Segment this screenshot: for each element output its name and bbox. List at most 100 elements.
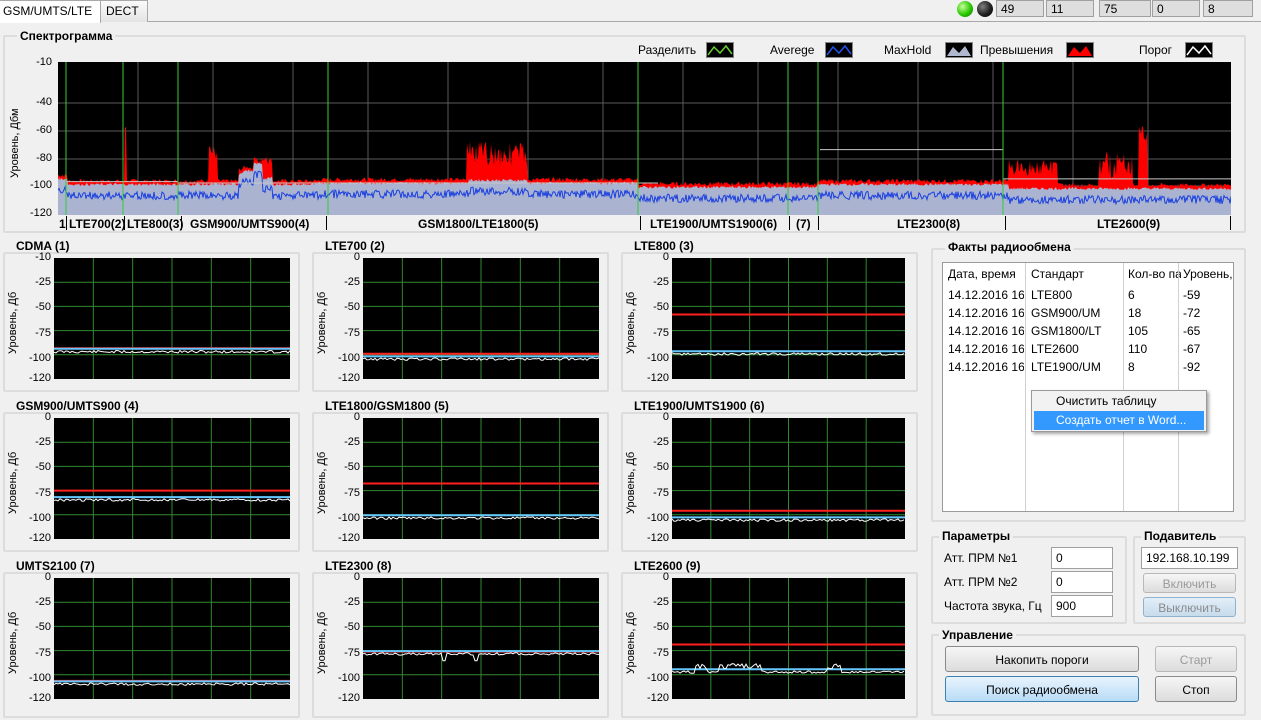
- mini-chart-plot: [363, 258, 599, 379]
- mini-chart-plot: [54, 578, 290, 699]
- legend-swatch-3[interactable]: [1066, 42, 1094, 58]
- mini-chart-ytick: -120: [646, 372, 669, 384]
- legend-label-3: Превышения: [980, 43, 1054, 57]
- facts-table[interactable]: Дата, время Стандарт Кол-во пакетов Уров…: [942, 262, 1234, 512]
- table-cell: 14.12.2016 16:2: [948, 342, 1024, 356]
- table-cell: 14.12.2016 16:2: [948, 324, 1024, 338]
- accumulate-thresholds-button[interactable]: Накопить пороги: [945, 646, 1139, 672]
- status-value-5: 8: [1203, 0, 1253, 17]
- search-radio-exchange-button[interactable]: Поиск радиообмена: [945, 676, 1139, 702]
- table-cell: -65: [1183, 324, 1201, 338]
- table-cell: 14.12.2016 16:2: [948, 360, 1024, 374]
- mini-chart-ytick: -75: [35, 326, 51, 339]
- spectrogram-plot: [58, 62, 1231, 215]
- band-label: LTE1900/UMTS1900(6): [650, 217, 778, 231]
- table-cell: 8: [1128, 360, 1135, 374]
- mini-chart-ytick: -25: [653, 596, 669, 609]
- table-cell: 18: [1128, 306, 1142, 320]
- sound-freq-input[interactable]: 900: [1051, 595, 1113, 617]
- spectrogram-ytick: -40: [36, 96, 52, 108]
- legend-label-0: Разделить: [638, 43, 697, 57]
- band-label: LTE2600(9): [1097, 217, 1161, 231]
- mini-chart-ylabel: Уровень, Дб: [7, 451, 19, 514]
- spectrogram-ytick: -100: [29, 179, 52, 191]
- suppressor-on-button[interactable]: Включить: [1143, 573, 1236, 593]
- mini-chart-ytick: -50: [653, 301, 669, 314]
- band-label: LTE700(2): [69, 217, 126, 231]
- mini-chart-ytick: -100: [28, 511, 51, 524]
- start-button[interactable]: Старт: [1155, 646, 1237, 672]
- table-row[interactable]: 14.12.2016 16:2 GSM900/UM 18 -72: [943, 305, 1233, 323]
- mini-chart-ytick: -100: [337, 671, 360, 684]
- att1-input[interactable]: 0: [1051, 547, 1113, 569]
- mini-chart-ylabel: Уровень, Дб: [7, 291, 19, 354]
- mini-chart-ytick: 0: [44, 571, 51, 583]
- table-row[interactable]: 14.12.2016 16:2 LTE800 6 -59: [943, 287, 1233, 305]
- mini-chart-ytick: -75: [653, 486, 669, 499]
- tab-gsm-umts-lte[interactable]: GSM/UMTS/LTE: [0, 0, 102, 23]
- mini-chart-plot: [363, 578, 599, 699]
- legend-swatch-4[interactable]: [1185, 42, 1213, 58]
- mini-chart-ytick: -50: [35, 461, 51, 474]
- tab-strip-line: [0, 21, 1261, 22]
- context-menu: Очистить таблицу Создать отчет в Word...: [1031, 390, 1207, 432]
- mini-chart-ytick: -50: [344, 301, 360, 314]
- legend-swatch-2[interactable]: [945, 42, 973, 58]
- mini-chart-ytick: -120: [28, 532, 51, 544]
- band-label: GSM1800/LTE1800(5): [418, 217, 539, 231]
- suppressor-off-button[interactable]: Выключить: [1143, 597, 1236, 617]
- mini-chart-ytick: -25: [344, 436, 360, 449]
- mini-chart-ytick: 0: [353, 571, 360, 583]
- mini-chart-plot: [672, 418, 905, 539]
- col-header-packets[interactable]: Кол-во пакетов: [1128, 267, 1181, 281]
- suppressor-ip-input[interactable]: 192.168.10.199: [1141, 547, 1238, 569]
- mini-chart-ytick: -50: [344, 621, 360, 634]
- mini-chart-ytick: -25: [653, 436, 669, 449]
- menu-create-word-report[interactable]: Создать отчет в Word...: [1034, 411, 1204, 430]
- table-row[interactable]: 14.12.2016 16:2 LTE1900/UM 8 -92: [943, 359, 1233, 377]
- col-header-level[interactable]: Уровень,: [1183, 267, 1233, 281]
- mini-chart-ytick: -120: [337, 532, 360, 544]
- mini-chart-ytick: -75: [344, 486, 360, 499]
- table-row[interactable]: 14.12.2016 16:2 LTE2600 110 -67: [943, 341, 1233, 359]
- legend-swatch-1[interactable]: [825, 42, 853, 58]
- band-separator: [1230, 216, 1231, 230]
- menu-clear-table[interactable]: Очистить таблицу: [1034, 392, 1204, 411]
- mini-chart-ytick: -120: [646, 532, 669, 544]
- table-cell: 105: [1128, 324, 1149, 338]
- params-title: Параметры: [939, 529, 1014, 543]
- mini-chart-ytick: -100: [337, 511, 360, 524]
- col-header-standard[interactable]: Стандарт: [1031, 267, 1084, 281]
- status-value-2: 11: [1046, 0, 1094, 17]
- mini-chart-ytick: -120: [646, 692, 669, 704]
- spectrogram-ytick: -10: [36, 56, 52, 68]
- mini-chart-ytick: -50: [653, 461, 669, 474]
- mini-chart-plot: [363, 418, 599, 539]
- spectrogram-ytick: -60: [36, 124, 52, 136]
- mini-chart-ytick: -100: [337, 351, 360, 364]
- mini-chart-ytick: -100: [646, 351, 669, 364]
- spectrogram-title: Спектрограмма: [17, 29, 116, 43]
- mini-chart-ytick: -100: [646, 511, 669, 524]
- att1-label: Атт. ПРМ №1: [944, 551, 1018, 565]
- mini-chart-plot: [672, 258, 905, 379]
- legend-label-1: Averege: [770, 43, 815, 57]
- col-header-datetime[interactable]: Дата, время: [948, 267, 1016, 281]
- tab-dect[interactable]: DECT: [97, 0, 148, 22]
- mini-chart-ytick: -25: [35, 596, 51, 609]
- mini-chart-plot: [672, 578, 905, 699]
- mini-chart-ytick: 0: [662, 411, 669, 423]
- mini-chart-ytick: 0: [662, 571, 669, 583]
- mini-chart-ytick: -75: [344, 646, 360, 659]
- legend-label-4: Порог: [1139, 43, 1173, 57]
- stop-button[interactable]: Стоп: [1155, 676, 1237, 702]
- mini-chart-ytick: -100: [28, 671, 51, 684]
- mini-chart-ytick: -100: [28, 351, 51, 364]
- mini-chart-ytick: -50: [653, 621, 669, 634]
- band-separator: [640, 216, 641, 230]
- mini-chart-ytick: 0: [353, 251, 360, 263]
- att2-input[interactable]: 0: [1051, 571, 1113, 593]
- mini-chart-ytick: 0: [662, 251, 669, 263]
- legend-swatch-0[interactable]: [706, 42, 734, 58]
- table-row[interactable]: 14.12.2016 16:2 GSM1800/LT 105 -65: [943, 323, 1233, 341]
